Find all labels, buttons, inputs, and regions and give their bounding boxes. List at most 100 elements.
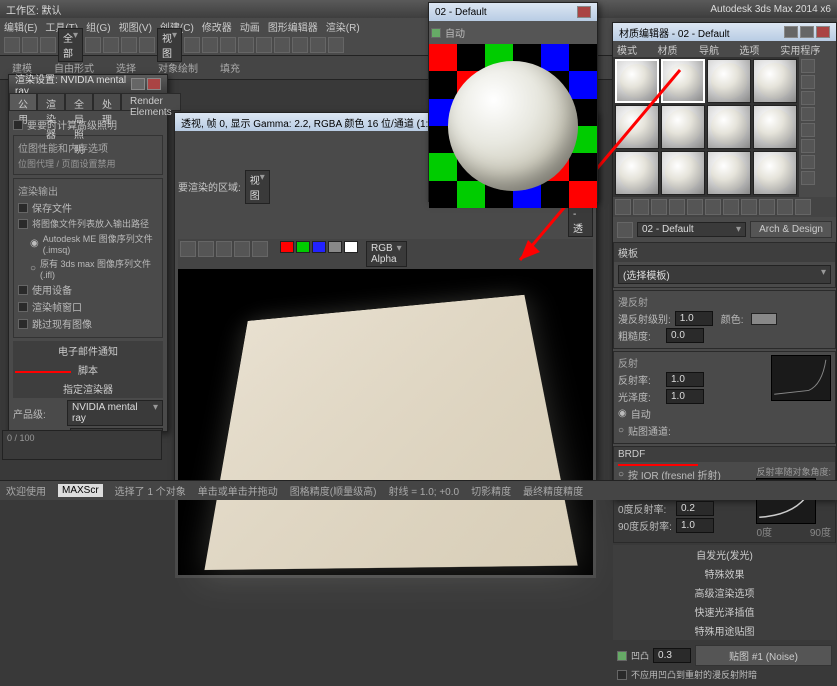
mat-menu-mode[interactable]: 模式(D)	[617, 42, 649, 56]
rollout-script[interactable]: 脚本	[13, 360, 163, 379]
script-listener[interactable]: MAXScr	[58, 484, 103, 497]
rollout-fast-gloss[interactable]: 快速光泽插值	[613, 602, 836, 621]
auto-checkbox[interactable]	[431, 28, 441, 38]
production-renderer[interactable]: NVIDIA mental ray	[67, 400, 163, 426]
diffuse-color[interactable]	[751, 313, 777, 325]
render-setup-title[interactable]: 渲染设置: NVIDIA mental ray	[9, 75, 167, 93]
rollout-self-illum[interactable]: 自发光(发光)	[613, 545, 836, 564]
snap-icon[interactable]	[184, 37, 200, 53]
eyedropper-icon[interactable]	[617, 222, 633, 238]
redo-icon[interactable]	[22, 37, 38, 53]
bump-checkbox[interactable]	[617, 651, 627, 661]
select-by-mat-icon[interactable]	[801, 171, 815, 185]
tab-elements[interactable]: Render Elements	[121, 93, 181, 111]
mat-menubar[interactable]: 模式(D) 材质(M) 导航(N) 选项(O) 实用程序(U)	[613, 41, 836, 57]
render-tabs[interactable]: 公用 渲染器 全局照明 处理 Render Elements	[9, 93, 167, 111]
material-slot[interactable]	[753, 151, 797, 195]
view-dropdown[interactable]: 视图	[157, 28, 182, 62]
material-slot-2[interactable]	[661, 59, 705, 103]
tab-process[interactable]: 处理	[93, 93, 121, 111]
print-icon[interactable]	[234, 241, 250, 257]
mat-menu-nav[interactable]: 导航(N)	[699, 42, 731, 56]
save-checkbox[interactable]	[18, 203, 28, 213]
put-library-icon[interactable]	[723, 199, 739, 215]
checkbox-icon[interactable]	[18, 302, 28, 312]
rollout-email[interactable]: 电子邮件通知	[13, 341, 163, 360]
channel-dropdown[interactable]: RGB Alpha	[366, 241, 407, 267]
rollout-advanced[interactable]: 高级渲染选项	[613, 583, 836, 602]
layers-icon[interactable]	[256, 37, 272, 53]
material-slot[interactable]	[661, 151, 705, 195]
link-icon[interactable]	[40, 37, 56, 53]
angle-snap-icon[interactable]	[202, 37, 218, 53]
material-slot-1[interactable]	[615, 59, 659, 103]
mat-editor-title[interactable]: 材质编辑器 - 02 - Default	[613, 23, 836, 41]
material-slots[interactable]	[613, 57, 799, 197]
roughness[interactable]	[666, 328, 704, 343]
rotate-icon[interactable]	[121, 37, 137, 53]
rollout-assign[interactable]: 指定渲染器	[13, 379, 163, 398]
checkbox-icon[interactable]	[18, 219, 28, 229]
sample-type-icon[interactable]	[801, 59, 815, 73]
mat-menu-util[interactable]: 实用程序(U)	[780, 42, 832, 56]
selection-filter[interactable]: 全部	[58, 28, 83, 62]
material-name[interactable]: 02 - Default	[637, 222, 746, 237]
undo-icon[interactable]	[4, 37, 20, 53]
video-check-icon[interactable]	[801, 123, 815, 137]
rollout-special[interactable]: 特殊效果	[613, 564, 836, 583]
material-slot[interactable]	[707, 59, 751, 103]
checkbox-icon[interactable]	[13, 120, 23, 130]
workspace-label[interactable]: 工作区: 默认	[6, 2, 62, 17]
render-area[interactable]: 视图	[245, 170, 270, 204]
material-type-button[interactable]: Arch & Design	[750, 221, 832, 238]
align-icon[interactable]	[238, 37, 254, 53]
bump-amount[interactable]	[653, 648, 691, 663]
mat-menu-options[interactable]: 选项(O)	[739, 42, 772, 56]
template-dropdown[interactable]: (选择模板)	[618, 265, 831, 284]
save-image-icon[interactable]	[180, 241, 196, 257]
pick-icon[interactable]	[741, 199, 757, 215]
rollout-templates[interactable]: 模板	[614, 243, 835, 262]
render-output[interactable]	[178, 269, 593, 575]
close-icon[interactable]	[816, 26, 830, 38]
material-editor-icon[interactable]	[292, 37, 308, 53]
curve-editor-icon[interactable]	[274, 37, 290, 53]
reflectivity[interactable]	[666, 372, 704, 387]
rollout-special-maps[interactable]: 特殊用途贴图	[613, 621, 836, 640]
go-forward-icon[interactable]	[795, 199, 811, 215]
clone-icon[interactable]	[216, 241, 232, 257]
uv-tile-icon[interactable]	[801, 107, 815, 121]
move-icon[interactable]	[103, 37, 119, 53]
mat-menu-material[interactable]: 材质(M)	[657, 42, 691, 56]
preview-title[interactable]: 02 - Default	[429, 3, 597, 21]
alpha-channel[interactable]	[328, 241, 342, 253]
zero-deg[interactable]	[676, 501, 714, 516]
scale-icon[interactable]	[139, 37, 155, 53]
close-icon[interactable]	[577, 6, 591, 18]
make-copy-icon[interactable]	[687, 199, 703, 215]
background-icon[interactable]	[801, 91, 815, 105]
timeline[interactable]: 0 / 100	[2, 430, 162, 460]
mirror-icon[interactable]	[220, 37, 236, 53]
make-unique-icon[interactable]	[705, 199, 721, 215]
bump-map-button[interactable]: 贴图 #1 (Noise)	[695, 645, 832, 666]
mono-channel[interactable]	[344, 241, 358, 253]
menu-graph[interactable]: 图形编辑器	[268, 19, 318, 33]
go-parent-icon[interactable]	[777, 199, 793, 215]
tab-common[interactable]: 公用	[9, 93, 37, 111]
menu-views[interactable]: 视图(V)	[119, 19, 152, 33]
material-slot[interactable]	[615, 105, 659, 149]
show-map-icon[interactable]	[759, 199, 775, 215]
render-icon[interactable]	[328, 37, 344, 53]
material-slot[interactable]	[753, 59, 797, 103]
preview-icon[interactable]	[801, 139, 815, 153]
close-icon[interactable]	[147, 78, 161, 90]
mat-side-tools[interactable]	[799, 57, 817, 197]
material-slot[interactable]	[707, 105, 751, 149]
rollout-brdf[interactable]: BRDF	[614, 447, 835, 462]
checkbox-icon[interactable]	[18, 319, 28, 329]
material-slot[interactable]	[707, 151, 751, 195]
green-channel[interactable]	[296, 241, 310, 253]
menu-animation[interactable]: 动画	[240, 19, 260, 33]
clear-icon[interactable]	[252, 241, 268, 257]
